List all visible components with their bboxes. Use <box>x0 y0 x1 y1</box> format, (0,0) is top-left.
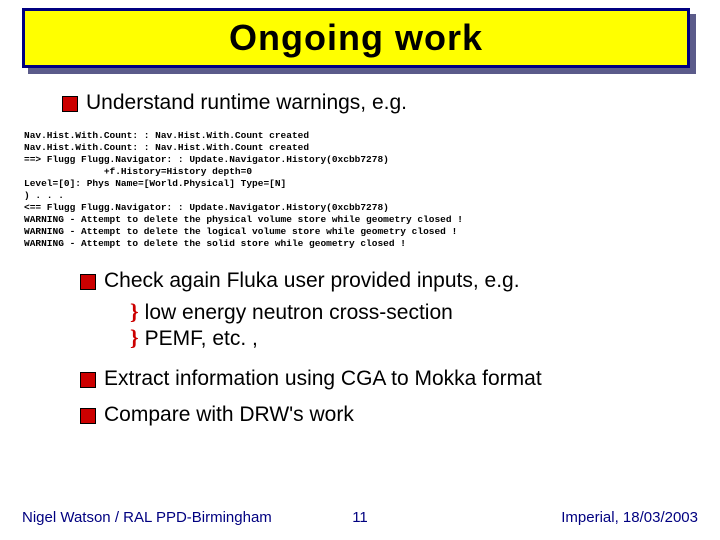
slide-title: Ongoing work <box>229 17 483 59</box>
footer-author: Nigel Watson / RAL PPD-Birmingham <box>22 509 272 526</box>
footer: Nigel Watson / RAL PPD-Birmingham 11 Imp… <box>22 509 698 526</box>
square-bullet-icon <box>80 274 96 290</box>
code-block: Nav.Hist.With.Count: : Nav.Hist.With.Cou… <box>24 130 698 250</box>
slide-content: Understand runtime warnings, e.g. Nav.Hi… <box>22 80 698 434</box>
bullet-4-text: Compare with DRW's work <box>104 402 354 428</box>
bullet-4: Compare with DRW's work <box>80 402 698 428</box>
bullet-2-text: Check again Fluka user provided inputs, … <box>104 268 520 294</box>
square-bullet-icon <box>62 96 78 112</box>
bullet-3-text: Extract information using CGA to Mokka f… <box>104 366 542 392</box>
bullet-2b-text: PEMF, etc. , <box>145 326 258 352</box>
square-bullet-icon <box>80 372 96 388</box>
bullet-2b: } PEMF, etc. , <box>130 326 698 352</box>
bullet-3: Extract information using CGA to Mokka f… <box>80 366 698 392</box>
bullet-2a-text: low energy neutron cross-section <box>145 300 453 326</box>
bullet-2: Check again Fluka user provided inputs, … <box>80 268 698 294</box>
brace-bullet-icon: } <box>130 326 139 350</box>
brace-bullet-icon: } <box>130 300 139 324</box>
bullet-1: Understand runtime warnings, e.g. <box>62 90 698 116</box>
bullet-2a: } low energy neutron cross-section <box>130 300 698 326</box>
square-bullet-icon <box>80 408 96 424</box>
footer-venue-date: Imperial, 18/03/2003 <box>561 509 698 526</box>
bullet-1-text: Understand runtime warnings, e.g. <box>86 90 407 116</box>
title-box: Ongoing work <box>22 8 690 68</box>
